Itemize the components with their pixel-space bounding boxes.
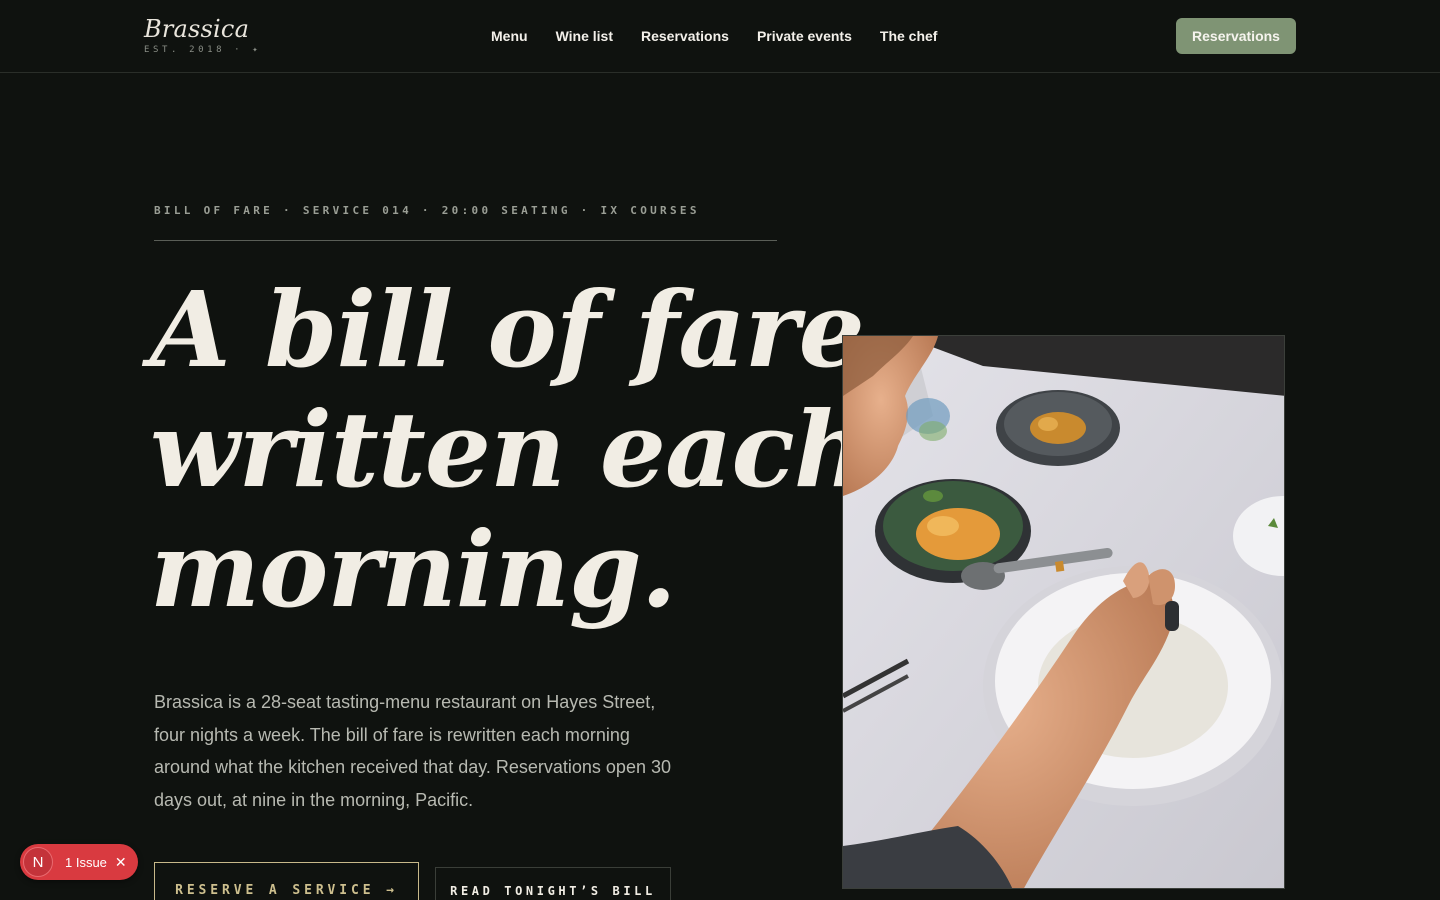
nav-item-wine-list[interactable]: Wine list [556, 26, 613, 46]
brand-logo[interactable]: Brassica EST. 2018 · ✦ [144, 15, 261, 55]
read-bill-button[interactable]: READ TONIGHT’S BILL [435, 867, 671, 900]
main-nav: Menu Wine list Reservations Private even… [491, 26, 937, 46]
nav-item-private-events[interactable]: Private events [757, 26, 852, 46]
brand-name: Brassica [144, 15, 250, 43]
dev-issue-badge[interactable]: N 1 Issue ✕ [20, 844, 138, 880]
issue-count[interactable]: 1 Issue [65, 855, 107, 870]
chef-plating-illustration [843, 336, 1284, 888]
nav-item-the-chef[interactable]: The chef [880, 26, 938, 46]
headline-line: written each [150, 388, 869, 511]
headline-line: morning. [150, 508, 677, 631]
chef-plating-photo [842, 335, 1285, 889]
hero-kicker: BILL OF FARE · SERVICE 014 · 20:00 SEATI… [154, 204, 700, 217]
kicker-divider [154, 240, 777, 241]
site-header: Brassica EST. 2018 · ✦ Menu Wine list Re… [0, 0, 1440, 73]
nav-item-reservations[interactable]: Reservations [641, 26, 729, 46]
framework-logo-icon: N [23, 847, 53, 877]
reservations-button[interactable]: Reservations [1176, 18, 1296, 54]
reserve-service-button[interactable]: RESERVE A SERVICE → [154, 862, 419, 900]
hero-headline: A bill of fare, written each morning. [150, 268, 900, 631]
headline-line: A bill of fare, [150, 268, 900, 391]
close-icon[interactable]: ✕ [115, 855, 127, 869]
brand-tagline: EST. 2018 · ✦ [144, 45, 262, 55]
hero-description: Brassica is a 28-seat tasting-menu resta… [154, 692, 671, 810]
nav-item-menu[interactable]: Menu [491, 26, 528, 46]
